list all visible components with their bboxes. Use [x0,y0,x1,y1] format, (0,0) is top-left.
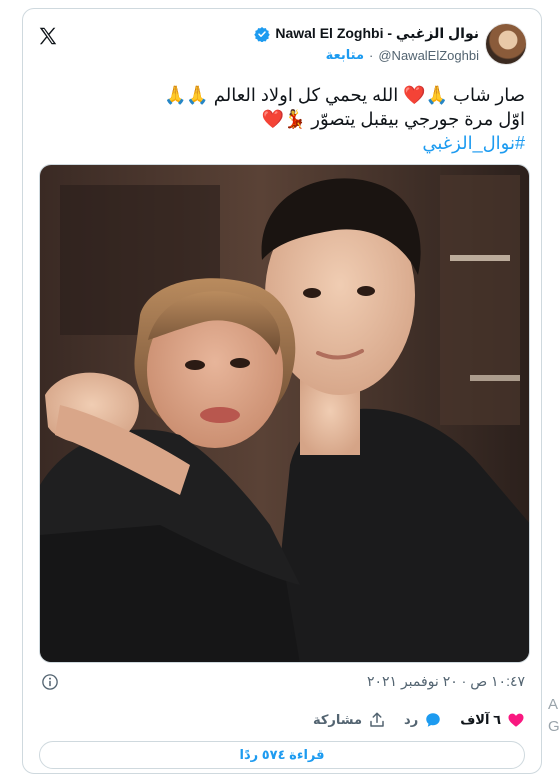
avatar[interactable] [485,23,527,65]
author-name-row[interactable]: Nawal El Zoghbi - نوال الزغبي [254,25,479,42]
tweet-text: صار شاب 🙏❤️ الله يحمي كل اولاد العالم 🙏🙏… [45,83,525,155]
tweet-text-line: صار شاب 🙏❤️ الله يحمي كل اولاد العالم 🙏🙏 [163,85,525,105]
edge-letter: G [548,718,560,735]
share-label: مشاركة [312,712,363,727]
author-handle-row: متابعة · @NawalElZoghbi [326,47,479,63]
edge-letter: A [548,696,559,713]
tweet-meta-row: ١٠:٤٧ ص · ٢٠ نوفمبر ٢٠٢١ [39,673,525,693]
author-handle[interactable]: @NawalElZoghbi [378,48,479,63]
separator-dot: · [369,47,374,63]
info-icon[interactable] [41,673,59,691]
heart-icon [508,713,524,727]
like-count: ٦ آلاف [460,712,501,727]
reply-label: رد [404,712,419,727]
author-display-name[interactable]: Nawal El Zoghbi - نوال الزغبي [275,25,479,42]
tweet-timestamp[interactable]: ١٠:٤٧ ص · ٢٠ نوفمبر ٢٠٢١ [367,673,525,690]
tweet-actions: ٦ آلاف رد مشاركة [313,711,525,729]
tweet-photo[interactable] [39,164,530,663]
like-button[interactable]: ٦ آلاف [460,711,525,729]
share-button[interactable]: مشاركة [313,711,386,729]
tweet-text-line: اوّل مرة جورجي بيقبل يتصوّر 💃❤️ [261,109,525,129]
x-logo-icon[interactable] [37,25,59,47]
verified-badge-icon [254,26,271,42]
share-upload-icon [370,712,384,727]
follow-link[interactable]: متابعة [326,47,364,63]
edge-text: A G [548,694,560,738]
read-replies-button[interactable]: قراءة ٥٧٤ ردًا [39,741,525,769]
reply-button[interactable]: رد [404,711,442,729]
tweet-card: Nawal El Zoghbi - نوال الزغبي متابعة · @… [22,8,542,774]
hashtag-link[interactable]: #نوال_الزغبي [45,131,525,155]
reply-bubble-icon [426,713,440,727]
